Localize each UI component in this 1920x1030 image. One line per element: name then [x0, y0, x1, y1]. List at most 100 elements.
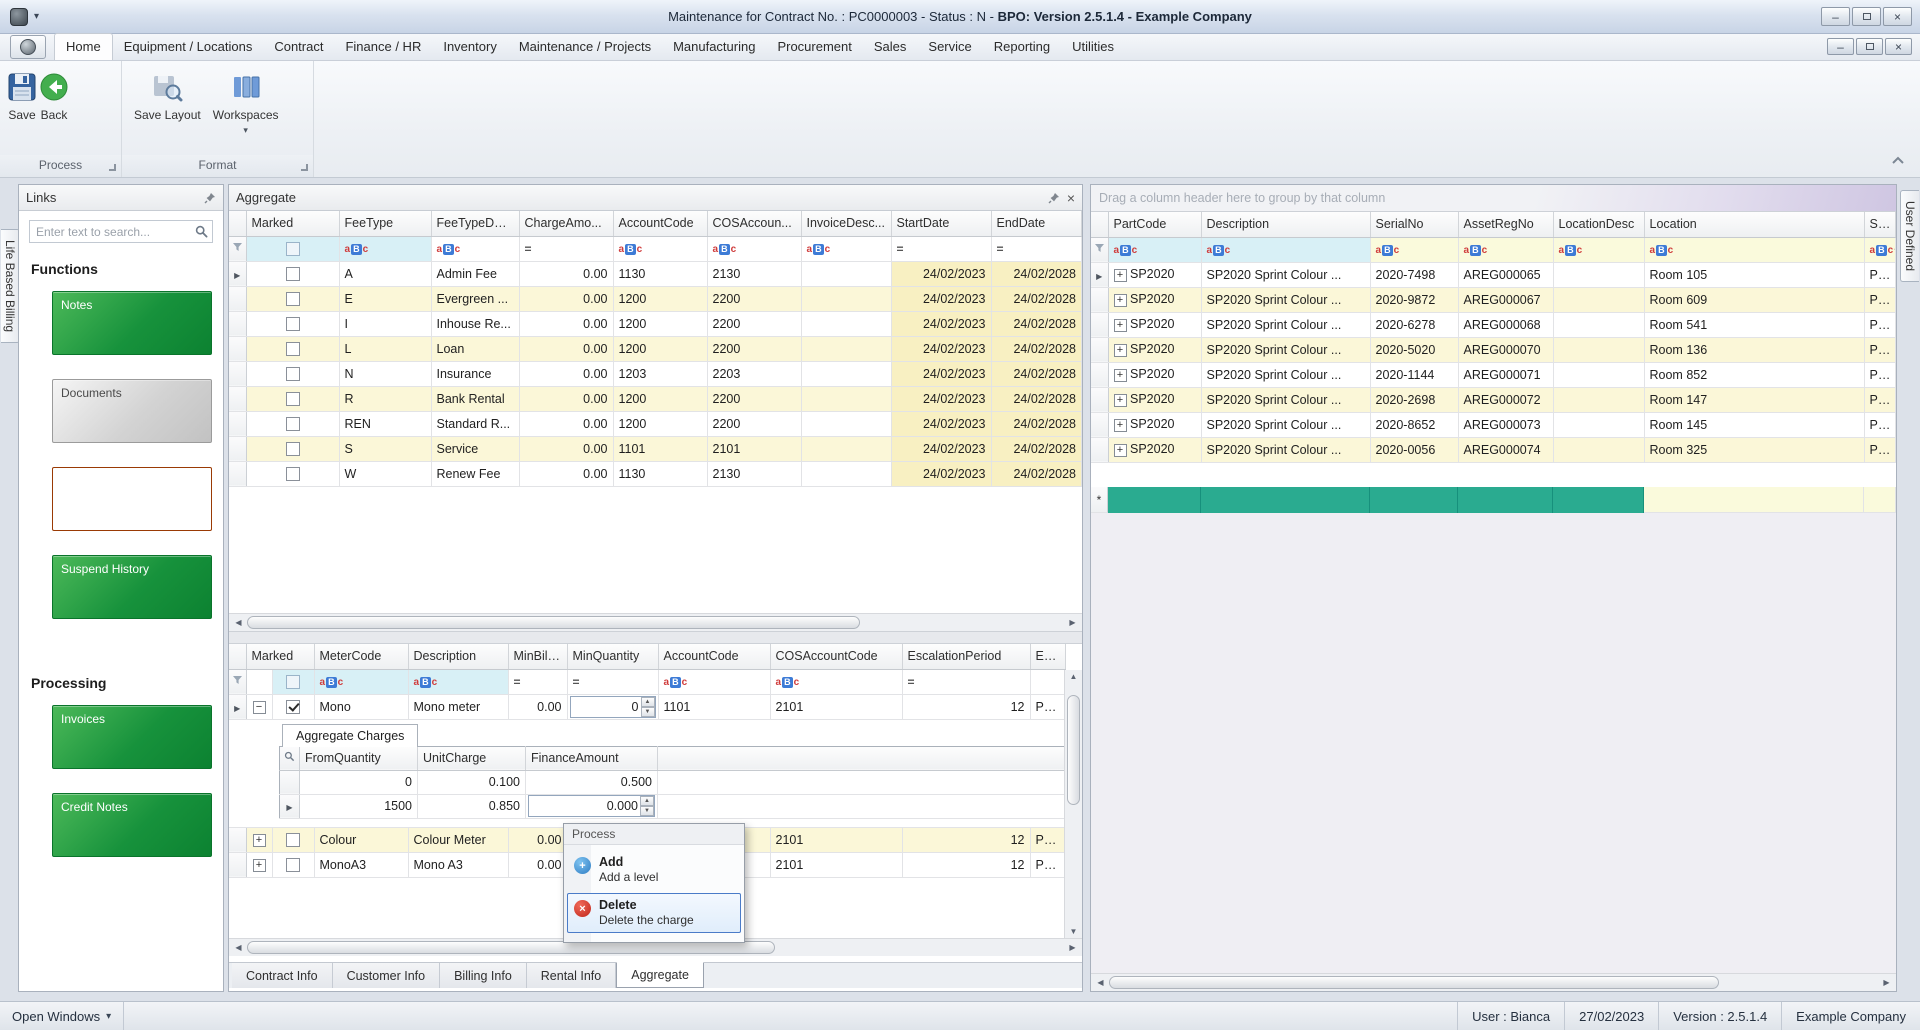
column-header[interactable]: InvoiceDesc...	[801, 211, 891, 236]
column-header[interactable]: AccountCode	[658, 644, 770, 669]
expand-row-icon[interactable]	[1114, 394, 1127, 407]
expand-row-icon[interactable]	[1114, 444, 1127, 457]
marked-checkbox[interactable]	[286, 858, 300, 872]
mdi-restore-button[interactable]	[1856, 38, 1883, 55]
expand-row-icon[interactable]	[1114, 294, 1127, 307]
collapse-row-icon[interactable]	[253, 701, 266, 714]
filter-cell[interactable]	[1553, 237, 1644, 262]
link-button[interactable]: Suspend History	[52, 555, 212, 619]
open-windows-button[interactable]: Open Windows ▾	[0, 1002, 124, 1030]
fee-row[interactable]: S Service 0.00 1101 2101 24/02/2023 24/0…	[229, 436, 1082, 461]
expand-row-icon[interactable]	[1114, 344, 1127, 357]
bottom-tab[interactable]: Rental Info	[527, 963, 616, 988]
expand-row-icon[interactable]	[253, 834, 266, 847]
spinner[interactable]	[641, 697, 655, 717]
tab-aggregate-charges[interactable]: Aggregate Charges	[282, 724, 418, 747]
scroll-right-icon[interactable]: ▶	[1878, 978, 1895, 987]
filter-cell[interactable]	[339, 236, 431, 261]
workspaces-button[interactable]: Workspaces ▾	[213, 67, 279, 133]
link-button[interactable]: Invoices	[52, 705, 212, 769]
marked-checkbox[interactable]	[286, 267, 300, 281]
charge-row[interactable]: 0 0.100 0.500	[280, 770, 1066, 794]
meter-grid-vscrollbar[interactable]: ▲ ▼	[1064, 670, 1082, 938]
ribbon-tab[interactable]: Inventory	[432, 34, 507, 60]
ribbon-tab[interactable]: Utilities	[1061, 34, 1125, 60]
dialog-launcher-icon[interactable]	[109, 164, 116, 171]
ribbon-tab[interactable]: Finance / HR	[334, 34, 432, 60]
column-header[interactable]: Ship	[1864, 212, 1896, 237]
expand-row-icon[interactable]	[1114, 369, 1127, 382]
minquantity-editor[interactable]: 0	[570, 696, 656, 718]
application-button[interactable]	[10, 35, 46, 59]
column-header[interactable]: UnitCharge	[418, 746, 526, 770]
back-button[interactable]: Back	[38, 67, 70, 122]
column-header[interactable]: Location	[1644, 212, 1864, 237]
fee-row[interactable]: N Insurance 0.00 1203 2203 24/02/2023 24…	[229, 361, 1082, 386]
app-icon[interactable]	[10, 8, 28, 26]
filter-cell[interactable]	[707, 236, 801, 261]
filter-cell[interactable]	[1864, 237, 1896, 262]
filter-cell[interactable]	[891, 236, 991, 261]
link-button[interactable]: Documents	[52, 379, 212, 443]
filter-cell[interactable]	[991, 236, 1082, 261]
equipment-row[interactable]: SP2020 SP2020 Sprint Colour ... 2020-114…	[1091, 362, 1896, 387]
financeamount-editor[interactable]: 0.000	[528, 795, 655, 817]
filter-cell[interactable]	[1201, 237, 1370, 262]
side-tab-user-defined[interactable]: User Defined	[1900, 190, 1919, 282]
splitter[interactable]	[229, 631, 1082, 644]
marked-checkbox[interactable]	[286, 442, 300, 456]
filter-cell[interactable]	[567, 669, 658, 694]
mdi-close-button[interactable]: ×	[1885, 38, 1912, 55]
bottom-tab[interactable]: Aggregate	[616, 962, 704, 988]
expand-row-icon[interactable]	[1114, 319, 1127, 332]
filter-cell[interactable]	[508, 669, 567, 694]
equipment-hscrollbar[interactable]: ◀ ▶	[1091, 973, 1896, 991]
spin-down-icon[interactable]	[640, 806, 654, 816]
column-header[interactable]: Marked	[246, 211, 339, 236]
filter-cell[interactable]	[613, 236, 707, 261]
filter-cell[interactable]	[246, 236, 339, 261]
column-header[interactable]: Description	[408, 644, 508, 669]
column-header[interactable]: COSAccoun...	[707, 211, 801, 236]
fee-row[interactable]: I Inhouse Re... 0.00 1200 2200 24/02/202…	[229, 311, 1082, 336]
scroll-right-icon[interactable]: ▶	[1064, 943, 1081, 952]
column-header[interactable]: FromQuantity	[300, 746, 418, 770]
ribbon-tab[interactable]: Equipment / Locations	[113, 34, 264, 60]
marked-checkbox[interactable]	[286, 700, 300, 714]
fee-grid-hscrollbar[interactable]: ◀ ▶	[229, 613, 1082, 631]
column-header[interactable]: StartDate	[891, 211, 991, 236]
ribbon-tab[interactable]: Sales	[863, 34, 918, 60]
fee-row[interactable]: A Admin Fee 0.00 1130 2130 24/02/2023 24…	[229, 261, 1082, 286]
dialog-launcher-icon[interactable]	[301, 164, 308, 171]
equipment-row[interactable]: SP2020 SP2020 Sprint Colour ... 2020-749…	[1091, 262, 1896, 287]
expand-row-icon[interactable]	[1114, 419, 1127, 432]
column-header[interactable]: PartCode	[1108, 212, 1201, 237]
meter-row-mono[interactable]: Mono Mono meter 0.00 0 1101 2101 12 Perc	[229, 694, 1066, 719]
link-button[interactable]: Notes	[52, 291, 212, 355]
close-panel-icon[interactable]: ×	[1067, 192, 1075, 204]
filter-cell[interactable]	[770, 669, 902, 694]
filter-cell[interactable]	[801, 236, 891, 261]
scrollbar-thumb[interactable]	[247, 616, 860, 629]
ribbon-tab[interactable]: Reporting	[983, 34, 1061, 60]
ribbon-tab[interactable]: Maintenance / Projects	[508, 34, 662, 60]
mdi-minimize-button[interactable]: –	[1827, 38, 1854, 55]
filter-cell[interactable]	[431, 236, 519, 261]
column-header[interactable]: LocationDesc	[1553, 212, 1644, 237]
filter-cell[interactable]	[1370, 237, 1458, 262]
bottom-tab[interactable]: Contract Info	[232, 963, 333, 988]
search-input[interactable]	[29, 220, 213, 243]
marked-checkbox[interactable]	[286, 317, 300, 331]
menu-item-add[interactable]: Add Add a level	[567, 850, 741, 890]
column-header[interactable]: FeeType	[339, 211, 431, 236]
scrollbar-thumb[interactable]	[1109, 976, 1719, 989]
column-header[interactable]: Description	[1201, 212, 1370, 237]
filter-cell[interactable]	[408, 669, 508, 694]
filter-cell[interactable]	[314, 669, 408, 694]
link-button[interactable]: Credit Notes	[52, 793, 212, 857]
column-header[interactable]: ChargeAmo...	[519, 211, 613, 236]
fee-row[interactable]: W Renew Fee 0.00 1130 2130 24/02/2023 24…	[229, 461, 1082, 486]
column-header[interactable]: FinanceAmount	[526, 746, 658, 770]
scrollbar-thumb[interactable]	[1067, 695, 1080, 805]
scroll-up-icon[interactable]: ▲	[1070, 672, 1078, 681]
